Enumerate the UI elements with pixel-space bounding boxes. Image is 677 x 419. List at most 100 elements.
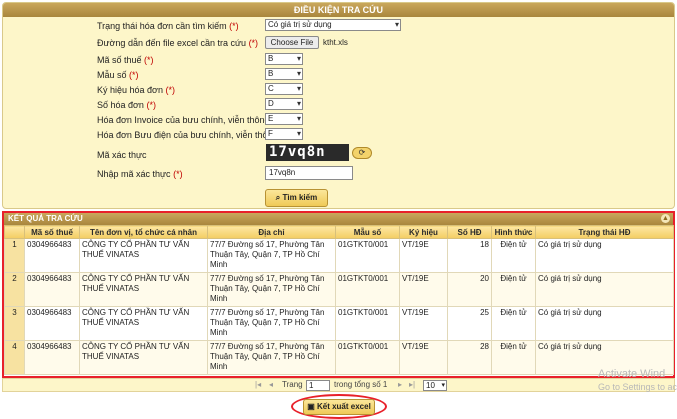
page-size-select[interactable]: 10 ▾ xyxy=(423,380,447,391)
type-cell: Điện tử xyxy=(491,306,536,341)
status-select[interactable]: Có giá trị sử dụng ▾ xyxy=(265,19,401,31)
export-excel-button[interactable]: ▣ Kết xuất excel xyxy=(303,399,375,415)
tax-code-cell: 0304966483 xyxy=(24,238,80,273)
page-label: Trang xyxy=(282,380,303,389)
col-header-invoice-no[interactable]: Số HĐ xyxy=(447,225,492,239)
form-select[interactable]: B ▾ xyxy=(265,68,303,80)
invoice-no-cell: 20 xyxy=(447,272,492,307)
refresh-icon: ⟳ xyxy=(358,148,366,157)
type-cell: Điện tử xyxy=(491,272,536,307)
invoice-no-cell: 25 xyxy=(447,306,492,341)
col-header-status[interactable]: Trạng thái HĐ xyxy=(535,225,674,239)
address-cell: 77/7 Đường số 17, Phường Tân Thuận Tây, … xyxy=(207,306,336,341)
search-icon: ⌕ xyxy=(275,193,281,202)
search-button[interactable]: ⌕ Tìm kiếm xyxy=(265,189,328,207)
col-header-address[interactable]: Địa chỉ xyxy=(207,225,336,239)
collapse-icon[interactable]: ▲ xyxy=(661,214,670,223)
row-index: 2 xyxy=(4,272,25,307)
col-header-symbol[interactable]: Ký hiệu xyxy=(399,225,448,239)
invoice-post-label: Hóa đơn Invoice của bưu chính, viễn thôn… xyxy=(97,115,270,125)
symbol-cell: VT/19E xyxy=(399,306,448,341)
col-header-form[interactable]: Mẫu số xyxy=(335,225,400,239)
captcha-input[interactable]: 17vq8n xyxy=(265,166,353,180)
table-row[interactable]: 4 0304966483 CÔNG TY CỔ PHẦN TƯ VẤN THUẾ… xyxy=(4,340,674,375)
tax-code-cell: 0304966483 xyxy=(24,306,80,341)
company-cell: CÔNG TY CỔ PHẦN TƯ VẤN THUẾ VINATAS xyxy=(79,272,208,307)
results-panel: KẾT QUẢ TRA CỨU ▲ Mã số thuế Tên đơn vị,… xyxy=(2,211,675,378)
company-cell: CÔNG TY CỔ PHẦN TƯ VẤN THUẾ VINATAS xyxy=(79,238,208,273)
watermark-line-2: Go to Settings to ac xyxy=(598,382,677,392)
last-page-icon[interactable]: ▸| xyxy=(409,379,415,391)
status-label: Trạng thái hóa đơn cần tìm kiếm (*) xyxy=(97,21,239,31)
next-page-icon[interactable]: ▸ xyxy=(398,379,402,391)
invoice-post-select[interactable]: E ▾ xyxy=(265,113,303,125)
col-header-type[interactable]: Hình thức xyxy=(491,225,536,239)
row-index: 4 xyxy=(4,340,25,375)
type-cell: Điện tử xyxy=(491,340,536,375)
first-page-icon[interactable]: |◂ xyxy=(255,379,261,391)
table-header-row: Mã số thuế Tên đơn vị, tổ chức cá nhân Đ… xyxy=(4,225,674,239)
search-panel: ĐIỀU KIỆN TRA CỨU Trạng thái hóa đơn cần… xyxy=(2,2,675,209)
captcha-label: Mã xác thực xyxy=(97,150,147,160)
row-index: 3 xyxy=(4,306,25,341)
activation-watermark: Activate Wind Go to Settings to ac xyxy=(598,368,677,394)
pager: |◂ ◂ Trang 1 trong tổng số 1 ▸ ▸| 10 ▾ xyxy=(2,378,675,392)
tax-code-select[interactable]: B ▾ xyxy=(265,53,303,65)
post-office-select[interactable]: F ▾ xyxy=(265,128,303,140)
refresh-captcha-button[interactable]: ⟳ xyxy=(352,147,372,159)
symbol-cell: VT/19E xyxy=(399,272,448,307)
invoice-number-select[interactable]: D ▾ xyxy=(265,98,303,110)
post-office-label: Hóa đơn Bưu điện của bưu chính, viễn thô… xyxy=(97,130,278,140)
choose-file-button[interactable]: Choose File xyxy=(265,36,319,49)
symbol-select[interactable]: C ▾ xyxy=(265,83,303,95)
captcha-image: 17vq8n xyxy=(266,144,349,161)
col-header-index xyxy=(4,225,25,239)
type-cell: Điện tử xyxy=(491,238,536,273)
watermark-line-1: Activate Wind xyxy=(598,368,666,380)
address-cell: 77/7 Đường số 17, Phường Tân Thuận Tây, … xyxy=(207,272,336,307)
form-cell: 01GTKT0/001 xyxy=(335,238,400,273)
results-table: Mã số thuế Tên đơn vị, tổ chức cá nhân Đ… xyxy=(4,225,674,375)
chevron-down-icon: ▾ xyxy=(296,69,301,78)
page-number-input[interactable]: 1 xyxy=(306,380,330,391)
tax-code-label: Mã số thuế (*) xyxy=(97,55,154,65)
chevron-down-icon: ▾ xyxy=(296,99,301,108)
address-cell: 77/7 Đường số 17, Phường Tân Thuận Tây, … xyxy=(207,238,336,273)
col-header-company[interactable]: Tên đơn vị, tổ chức cá nhân xyxy=(79,225,208,239)
captcha-input-label: Nhập mã xác thực (*) xyxy=(97,169,183,179)
tax-code-cell: 0304966483 xyxy=(24,272,80,307)
address-cell: 77/7 Đường số 17, Phường Tân Thuận Tây, … xyxy=(207,340,336,375)
total-pages-label: trong tổng số 1 xyxy=(334,380,388,389)
results-title: KẾT QUẢ TRA CỨU ▲ xyxy=(4,213,673,225)
symbol-label: Ký hiệu hóa đơn (*) xyxy=(97,85,175,95)
status-cell: Có giá trị sử dụng xyxy=(535,238,674,273)
col-header-tax-code[interactable]: Mã số thuế xyxy=(24,225,80,239)
row-index: 1 xyxy=(4,238,25,273)
chevron-down-icon: ▾ xyxy=(394,20,399,29)
form-cell: 01GTKT0/001 xyxy=(335,340,400,375)
chevron-down-icon: ▾ xyxy=(296,129,301,138)
table-row[interactable]: 2 0304966483 CÔNG TY CỔ PHẦN TƯ VẤN THUẾ… xyxy=(4,272,674,307)
status-cell: Có giá trị sử dụng xyxy=(535,306,674,341)
tax-code-cell: 0304966483 xyxy=(24,340,80,375)
invoice-no-cell: 18 xyxy=(447,238,492,273)
company-cell: CÔNG TY CỔ PHẦN TƯ VẤN THUẾ VINATAS xyxy=(79,340,208,375)
status-cell: Có giá trị sử dụng xyxy=(535,272,674,307)
symbol-cell: VT/19E xyxy=(399,340,448,375)
export-icon: ▣ xyxy=(307,402,315,411)
table-row[interactable]: 1 0304966483 CÔNG TY CỔ PHẦN TƯ VẤN THUẾ… xyxy=(4,238,674,273)
company-cell: CÔNG TY CỔ PHẦN TƯ VẤN THUẾ VINATAS xyxy=(79,306,208,341)
chevron-down-icon: ▾ xyxy=(296,54,301,63)
table-row[interactable]: 3 0304966483 CÔNG TY CỔ PHẦN TƯ VẤN THUẾ… xyxy=(4,306,674,341)
file-label: Đường dẫn đến file excel cần tra cứu (*) xyxy=(97,38,259,48)
prev-page-icon[interactable]: ◂ xyxy=(269,379,273,391)
form-label: Mẫu số (*) xyxy=(97,70,139,80)
form-cell: 01GTKT0/001 xyxy=(335,306,400,341)
chevron-down-icon: ▾ xyxy=(441,382,445,389)
invoice-number-label: Số hóa đơn (*) xyxy=(97,100,156,110)
invoice-no-cell: 28 xyxy=(447,340,492,375)
form-cell: 01GTKT0/001 xyxy=(335,272,400,307)
search-panel-title: ĐIỀU KIỆN TRA CỨU xyxy=(3,3,674,17)
file-name: ktht.xls xyxy=(323,38,348,47)
chevron-down-icon: ▾ xyxy=(296,114,301,123)
